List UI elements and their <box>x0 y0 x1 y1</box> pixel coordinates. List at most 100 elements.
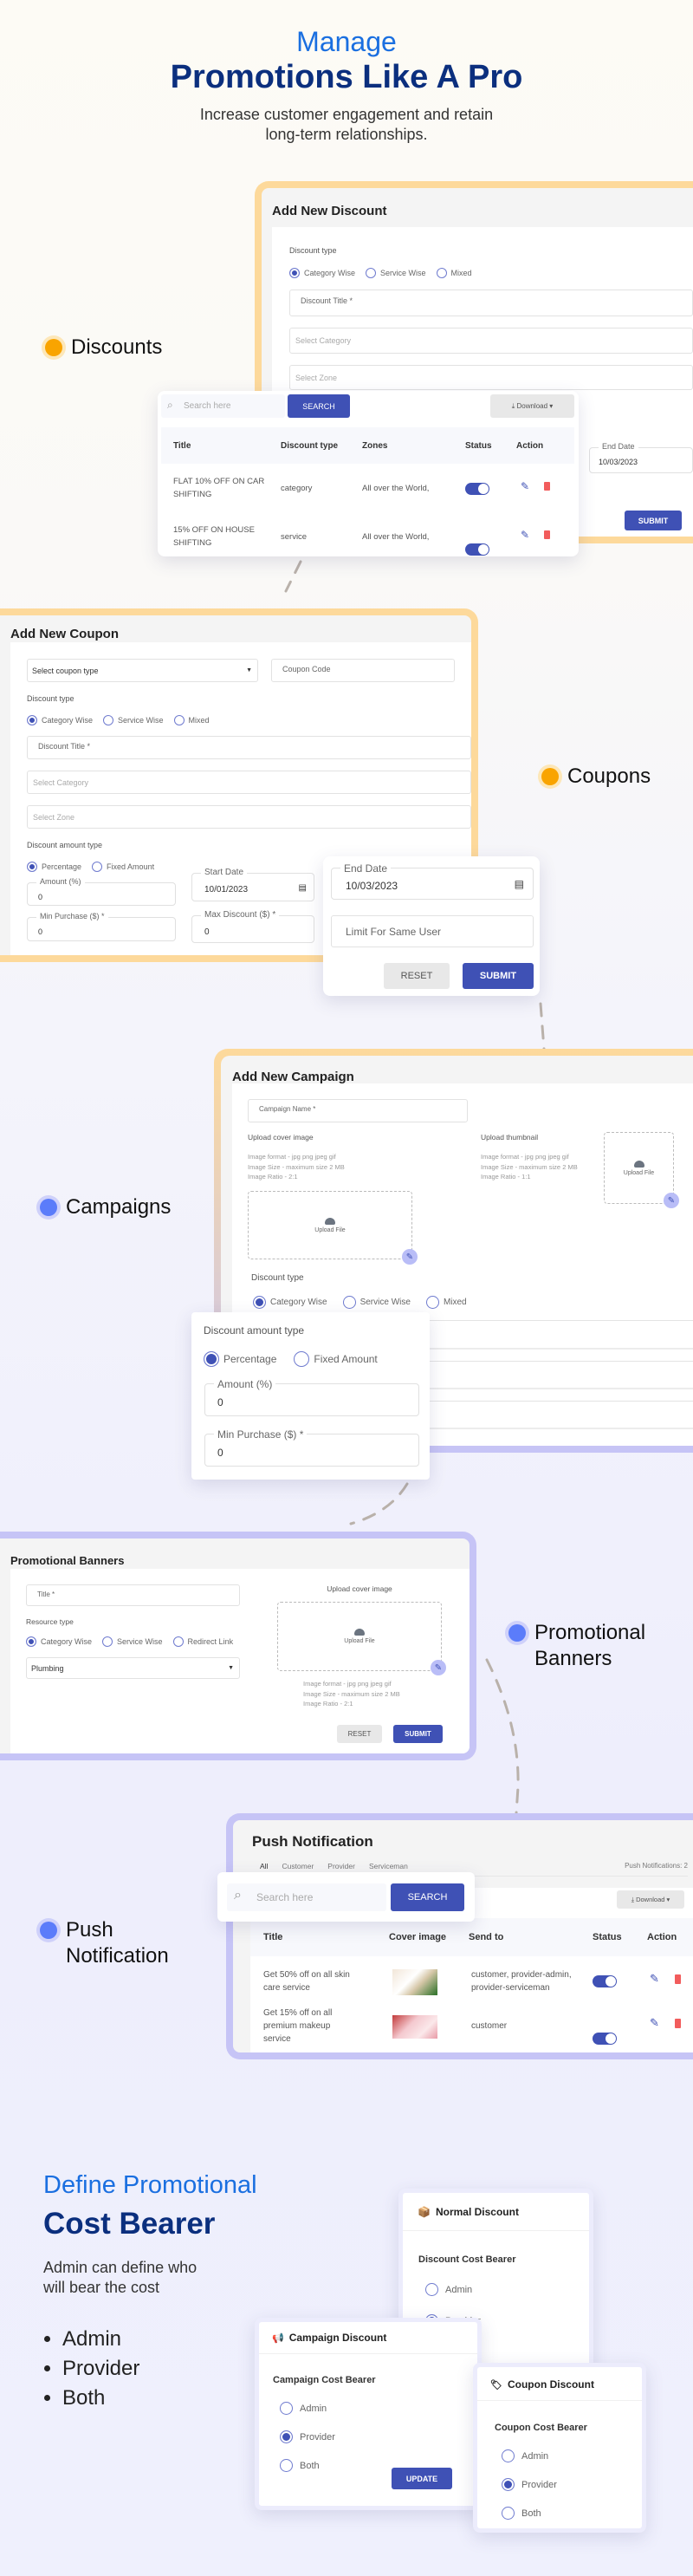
radio-category-wise[interactable]: Category Wise <box>289 268 355 278</box>
select-zone[interactable]: Select Zone <box>27 805 471 829</box>
status-toggle[interactable] <box>593 2033 617 2045</box>
radio-mixed[interactable]: Mixed <box>425 1296 467 1309</box>
amount-field[interactable]: Amount (%) 0 <box>204 1378 419 1416</box>
status-toggle[interactable] <box>465 543 489 556</box>
status-toggle[interactable] <box>593 1975 617 1987</box>
bullet-dot-icon <box>45 339 62 356</box>
feature-promotional-banners: Promotional Banners <box>508 1620 645 1672</box>
reset-button[interactable]: RESET <box>337 1725 382 1743</box>
radio-percentage[interactable]: Percentage <box>204 1351 276 1367</box>
radio-category-wise[interactable]: Category Wise <box>253 1296 327 1309</box>
delete-icon[interactable] <box>544 482 550 491</box>
radio-fixed-amount[interactable]: Fixed Amount <box>92 862 154 872</box>
resource-select[interactable]: Plumbing ▼ <box>26 1657 240 1679</box>
edit-icon[interactable]: ✎ <box>650 2016 659 2030</box>
select-zone[interactable]: Select Zone <box>289 365 693 390</box>
section-description: Admin can define who will bear the cost <box>43 2259 198 2296</box>
amount-field[interactable]: Amount (%) 0 <box>27 877 176 906</box>
cover-upload[interactable]: Upload File <box>277 1602 442 1671</box>
max-discount-field[interactable]: Max Discount ($) * 0 <box>191 910 314 943</box>
calendar-icon: ▤ <box>514 878 524 890</box>
radio-provider[interactable]: Provider <box>280 2430 335 2443</box>
delete-icon[interactable] <box>544 530 550 539</box>
search-button[interactable]: SEARCH <box>288 394 350 418</box>
end-date-field[interactable]: End Date 10/03/2023 ▤ <box>331 862 534 900</box>
tab-provider[interactable]: Provider <box>327 1862 355 1870</box>
submit-button[interactable]: SUBMIT <box>625 511 682 530</box>
upload-cloud-icon <box>354 1629 365 1636</box>
reset-button[interactable]: RESET <box>384 963 450 989</box>
end-date-field[interactable]: End Date 10/03/2023 <box>589 442 693 473</box>
megaphone-icon: 📢 <box>272 2332 284 2344</box>
discount-title-input[interactable]: Discount Title * <box>27 736 471 759</box>
tab-all[interactable]: All <box>260 1862 268 1870</box>
thumbnail-upload[interactable]: Upload File <box>604 1132 674 1204</box>
panel-title: Promotional Banners <box>10 1554 125 1567</box>
radio-admin[interactable]: Admin <box>280 2402 327 2415</box>
radio-admin[interactable]: Admin <box>425 2283 472 2296</box>
push-notification-panel: Push Notification All Customer Provider Ser… <box>226 1813 693 2059</box>
campaign-discount-card: 📢 Campaign Discount Campaign Cost Bearer … <box>255 2318 482 2510</box>
status-toggle[interactable] <box>465 483 489 495</box>
radio-redirect-link[interactable]: Redirect Link <box>172 1636 233 1647</box>
tab-customer[interactable]: Customer <box>282 1862 314 1870</box>
radio-service-wise[interactable]: Service Wise <box>103 715 164 725</box>
radio-category-wise[interactable]: Category Wise <box>26 1636 92 1647</box>
panel-title: Add New Discount <box>272 204 387 218</box>
radio-fixed-amount[interactable]: Fixed Amount <box>294 1351 378 1367</box>
edit-pen-icon[interactable]: ✎ <box>402 1249 418 1265</box>
radio-both[interactable]: Both <box>280 2459 320 2472</box>
radio-both[interactable]: Both <box>502 2507 541 2520</box>
edit-icon[interactable]: ✎ <box>521 480 529 492</box>
select-category[interactable]: Select Category <box>27 771 471 794</box>
edit-icon[interactable]: ✎ <box>521 529 529 541</box>
search-button[interactable]: SEARCH <box>391 1883 464 1911</box>
update-button[interactable]: UPDATE <box>392 2468 452 2489</box>
radio-admin[interactable]: Admin <box>502 2449 548 2462</box>
start-date-field[interactable]: Start Date 10/01/2023 ▤ <box>191 868 314 901</box>
search-input[interactable]: Search here <box>161 394 285 418</box>
min-purchase-field[interactable]: Min Purchase ($) * 0 <box>204 1428 419 1467</box>
feature-coupons: Coupons <box>541 764 651 790</box>
cover-upload[interactable]: Upload File <box>248 1191 412 1259</box>
delete-icon[interactable] <box>675 1974 681 1984</box>
submit-button[interactable]: SUBMIT <box>463 963 534 989</box>
campaign-name-input[interactable]: Campaign Name * <box>248 1099 468 1122</box>
discount-title-input[interactable]: Discount Title * <box>289 289 693 316</box>
delete-icon[interactable] <box>675 2019 681 2028</box>
tab-serviceman[interactable]: Serviceman <box>369 1862 408 1870</box>
calendar-icon: ▤ <box>298 883 307 893</box>
radio-service-wise[interactable]: Service Wise <box>342 1296 411 1309</box>
submit-button[interactable]: SUBMIT <box>393 1725 443 1743</box>
gift-icon: 📦 <box>418 2206 431 2218</box>
radio-percentage[interactable]: Percentage <box>27 862 81 872</box>
coupon-type-select[interactable]: Select coupon type ▼ <box>27 659 258 682</box>
radio-mixed[interactable]: Mixed <box>436 268 472 278</box>
title-input[interactable]: Title * <box>26 1584 240 1606</box>
edit-pen-icon[interactable]: ✎ <box>431 1660 446 1675</box>
tabs: All Customer Provider Serviceman <box>260 1862 408 1870</box>
limit-same-user-input[interactable]: Limit For Same User <box>331 915 534 947</box>
edit-pen-icon[interactable]: ✎ <box>664 1193 679 1208</box>
radio-service-wise[interactable]: Service Wise <box>102 1636 163 1647</box>
feature-discounts: Discounts <box>45 335 162 361</box>
download-button[interactable]: ⤓ Download ▾ <box>490 394 574 418</box>
panel-title: Push Notification <box>252 1833 373 1850</box>
hero-subtitle: Increase customer engagement and retain l… <box>199 106 494 143</box>
search-icon: ⌕ <box>167 399 173 411</box>
caret-down-icon: ▾ <box>664 1896 670 1903</box>
radio-category-wise[interactable]: Category Wise <box>27 715 93 725</box>
radio-provider[interactable]: Provider <box>502 2478 557 2491</box>
radio-mixed[interactable]: Mixed <box>173 715 210 725</box>
upload-cloud-icon <box>325 1217 335 1225</box>
min-purchase-field[interactable]: Min Purchase ($) * 0 <box>27 912 176 941</box>
radio-service-wise[interactable]: Service Wise <box>366 268 426 278</box>
bullet-dot-icon <box>541 768 559 785</box>
search-input[interactable]: Search here <box>227 1883 386 1911</box>
coupon-code-input[interactable]: Coupon Code <box>271 659 455 682</box>
edit-icon[interactable]: ✎ <box>650 1972 659 1986</box>
select-category[interactable]: Select Category <box>289 328 693 354</box>
cover-image-thumbnail <box>392 1969 437 1995</box>
download-button[interactable]: ⤓ Download ▾ <box>617 1890 684 1909</box>
cost-bearer-list: Admin Provider Both <box>62 2325 139 2413</box>
